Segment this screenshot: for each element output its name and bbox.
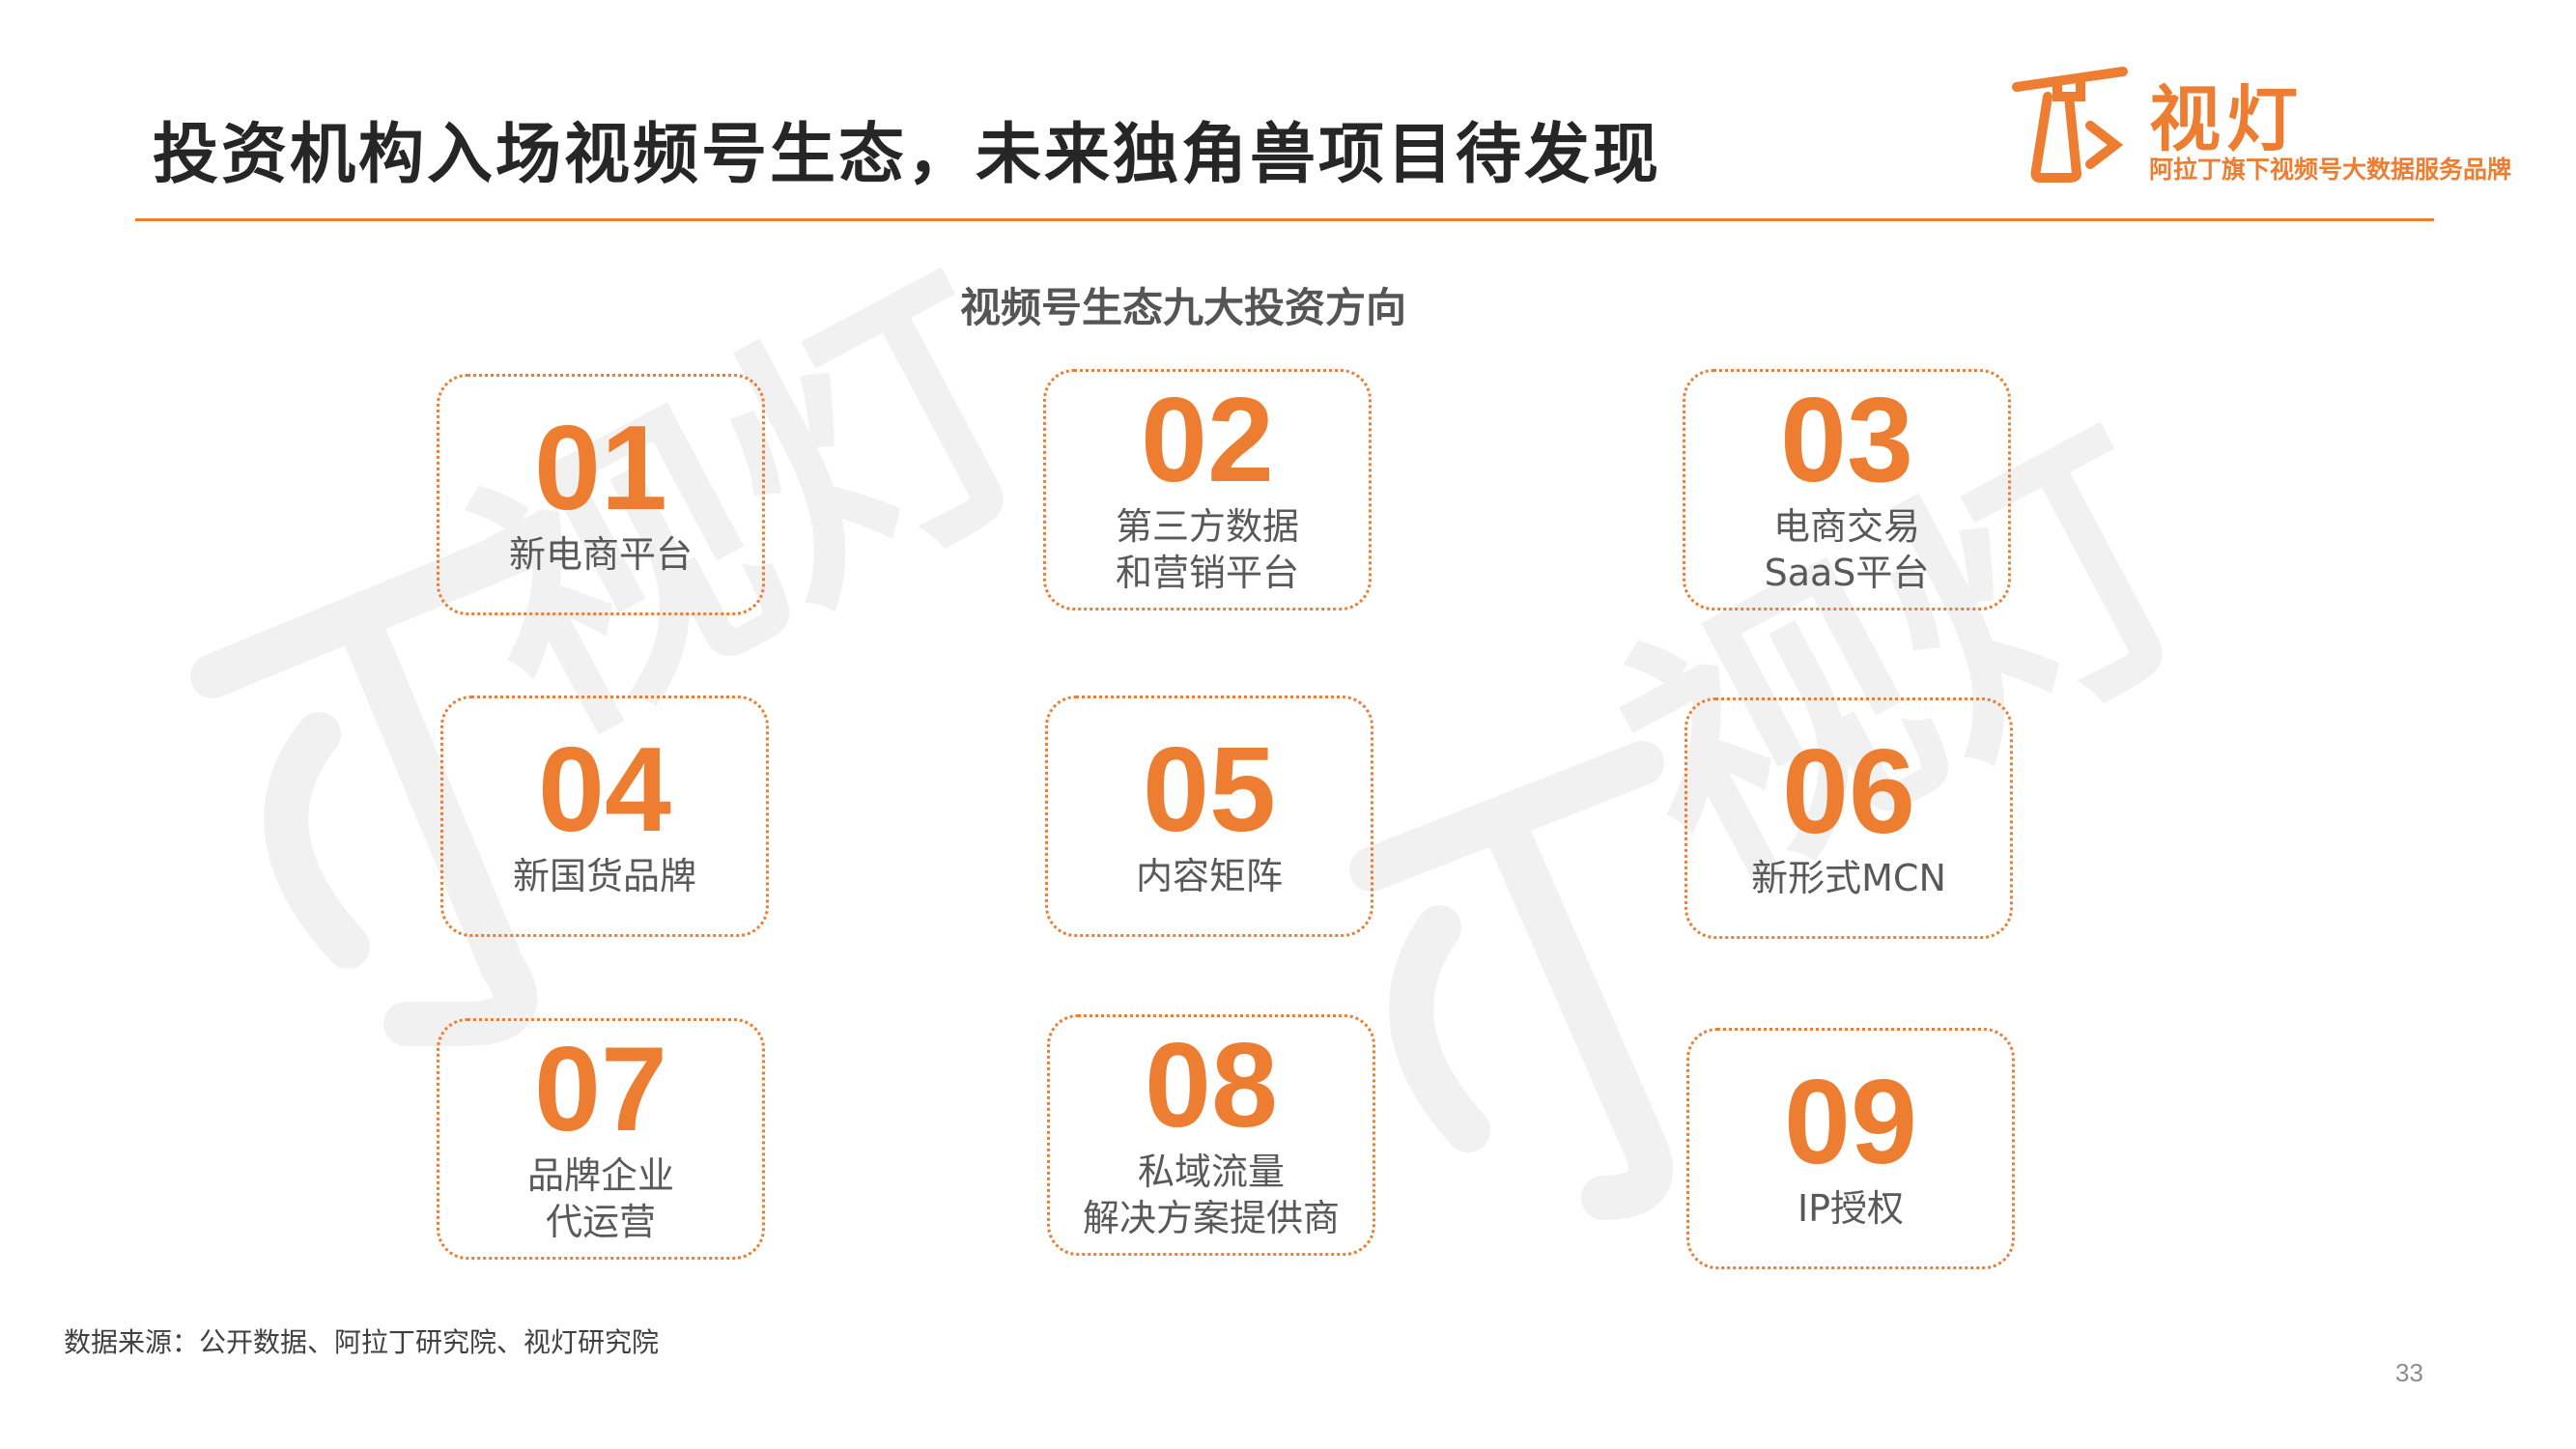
investment-card: 02 第三方数据 和营销平台 <box>1043 369 1372 611</box>
investment-card: 04 新国货品牌 <box>440 696 769 937</box>
card-number: 04 <box>538 724 671 857</box>
card-label: 新国货品牌 <box>512 855 696 897</box>
card-label: 第三方数据 和营销平台 <box>1115 505 1299 594</box>
card-label: 品牌企业 代运营 <box>526 1154 674 1243</box>
data-source-note: 数据来源：公开数据、阿拉丁研究院、视灯研究院 <box>64 1326 660 1358</box>
card-label: 电商交易 SaaS平台 <box>1764 505 1930 594</box>
card-label: 新形式MCN <box>1751 857 1946 899</box>
card-label: 新电商平台 <box>508 533 693 576</box>
logo-name: 视灯 <box>2149 78 2304 161</box>
card-number: 05 <box>1143 724 1276 857</box>
lighthouse-icon <box>2012 67 2128 183</box>
investment-card: 05 内容矩阵 <box>1045 696 1373 937</box>
investment-card: 08 私域流量 解决方案提供商 <box>1047 1014 1375 1256</box>
card-number: 02 <box>1141 374 1274 507</box>
lighthouse-icon <box>1349 741 1673 1220</box>
investment-card: 07 品牌企业 代运营 <box>437 1018 765 1260</box>
card-label: 私域流量 解决方案提供商 <box>1082 1151 1340 1239</box>
page-title: 投资机构入场视频号生态，未来独角兽项目待发现 <box>153 117 1662 193</box>
investment-card: 01 新电商平台 <box>437 374 765 615</box>
card-number: 09 <box>1784 1056 1917 1189</box>
logo-slogan: 阿拉丁旗下视频号大数据服务品牌 <box>2149 156 2512 184</box>
section-subtitle: 视频号生态九大投资方向 <box>959 284 1406 331</box>
card-number: 06 <box>1782 725 1915 859</box>
card-number: 01 <box>534 402 667 535</box>
page-number: 33 <box>2395 1358 2423 1387</box>
brand-logo: 视灯 阿拉丁旗下视频号大数据服务品牌 <box>2009 58 2531 193</box>
card-number: 03 <box>1780 374 1913 507</box>
investment-card: 06 新形式MCN <box>1684 697 2013 939</box>
card-number: 07 <box>534 1023 667 1156</box>
investment-card: 09 IP授权 <box>1686 1028 2015 1269</box>
card-number: 08 <box>1145 1019 1278 1152</box>
card-label: IP授权 <box>1797 1187 1905 1230</box>
card-label: 内容矩阵 <box>1135 855 1283 897</box>
title-divider <box>135 218 2434 221</box>
investment-card: 03 电商交易 SaaS平台 <box>1683 369 2011 611</box>
